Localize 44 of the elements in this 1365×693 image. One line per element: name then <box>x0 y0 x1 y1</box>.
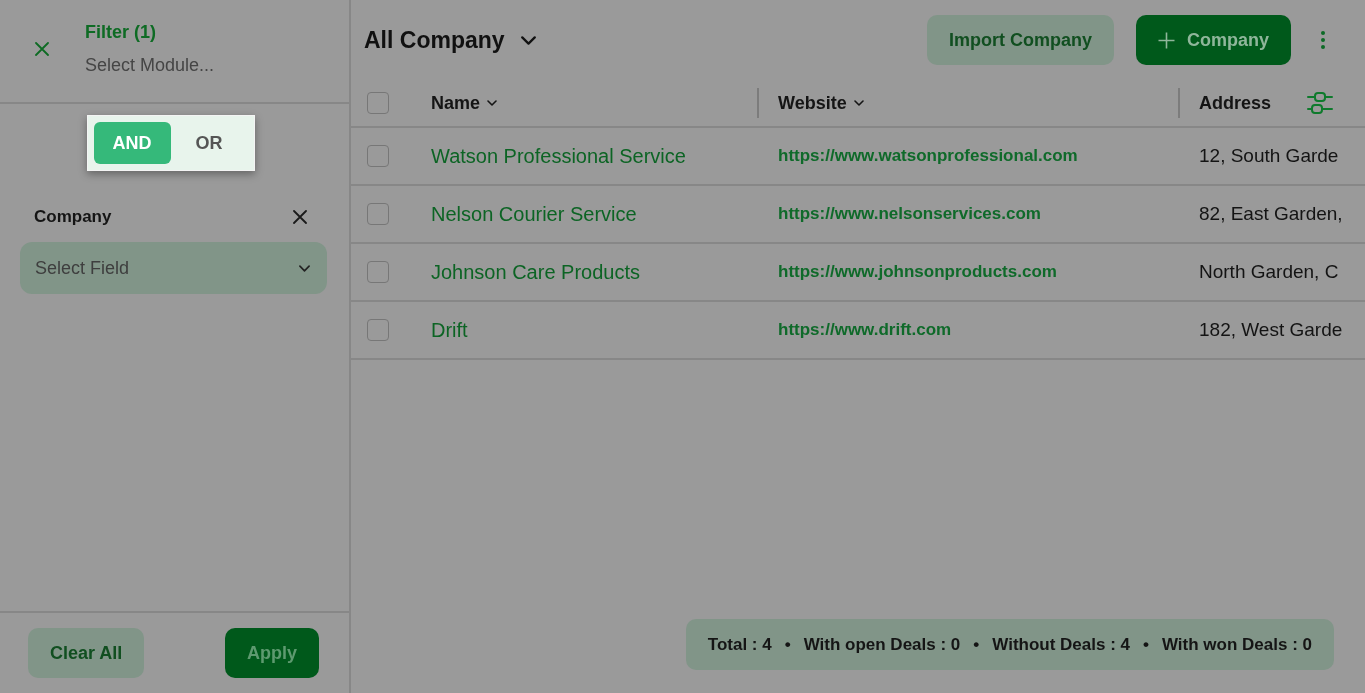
website-link[interactable]: https://www.nelsonservices.com <box>778 204 1041 223</box>
close-icon[interactable] <box>293 210 307 224</box>
chevron-down-icon[interactable] <box>520 35 536 45</box>
module-subtitle[interactable]: Select Module... <box>85 55 215 76</box>
primary-button[interactable]: Apply <box>225 628 319 678</box>
logic-option[interactable]: AND <box>93 122 171 164</box>
plus-icon <box>1158 31 1175 49</box>
company-name-link[interactable]: Nelson Courier Service <box>431 202 637 225</box>
checkbox[interactable] <box>367 261 389 283</box>
company-name-link[interactable]: Drift <box>431 318 468 341</box>
checkbox[interactable] <box>367 203 389 225</box>
company-name-link[interactable]: Watson Professional Service <box>431 144 686 167</box>
chevron-down-icon <box>299 264 310 272</box>
more-options-icon[interactable] <box>1321 31 1325 49</box>
summary-stat: Total : 4 <box>707 634 772 655</box>
logic-option[interactable]: OR <box>170 122 248 164</box>
secondary-button[interactable]: Import Company <box>926 15 1114 65</box>
condition-module-label: Company <box>34 207 112 227</box>
summary-stat: Without Deals : 4 <box>992 634 1130 655</box>
website-link[interactable]: https://www.watsonprofessional.com <box>778 146 1078 165</box>
website-link[interactable]: https://www.johnsonproducts.com <box>778 262 1057 281</box>
add-button[interactable]: Company <box>1136 15 1291 65</box>
separator-dot: • <box>1143 634 1149 655</box>
address-text: 82, East Garden, <box>1199 203 1343 224</box>
checkbox[interactable] <box>367 319 389 341</box>
separator-dot: • <box>973 634 980 655</box>
company-name-link[interactable]: Johnson Care Products <box>431 260 640 283</box>
column-header[interactable]: Address <box>1199 92 1272 114</box>
filter-title: Filter (1) <box>85 22 157 43</box>
summary-stat: With won Deals : 0 <box>1161 634 1312 655</box>
view-title: All Company <box>364 26 505 54</box>
select-field[interactable]: Select Field <box>20 242 327 294</box>
address-text: 182, West Garde <box>1199 319 1343 340</box>
column-header[interactable]: Name <box>431 92 498 114</box>
address-text: 12, South Garde <box>1199 145 1339 166</box>
website-link[interactable]: https://www.drift.com <box>778 320 952 339</box>
checkbox[interactable] <box>367 92 389 114</box>
checkbox[interactable] <box>367 145 389 167</box>
summary-stat: With open Deals : 0 <box>803 634 961 655</box>
secondary-button[interactable]: Clear All <box>28 628 145 678</box>
sliders-icon[interactable] <box>1307 91 1334 115</box>
separator-dot: • <box>784 634 791 655</box>
address-text: North Garden, C <box>1199 261 1339 282</box>
column-header[interactable]: Website <box>778 92 864 114</box>
